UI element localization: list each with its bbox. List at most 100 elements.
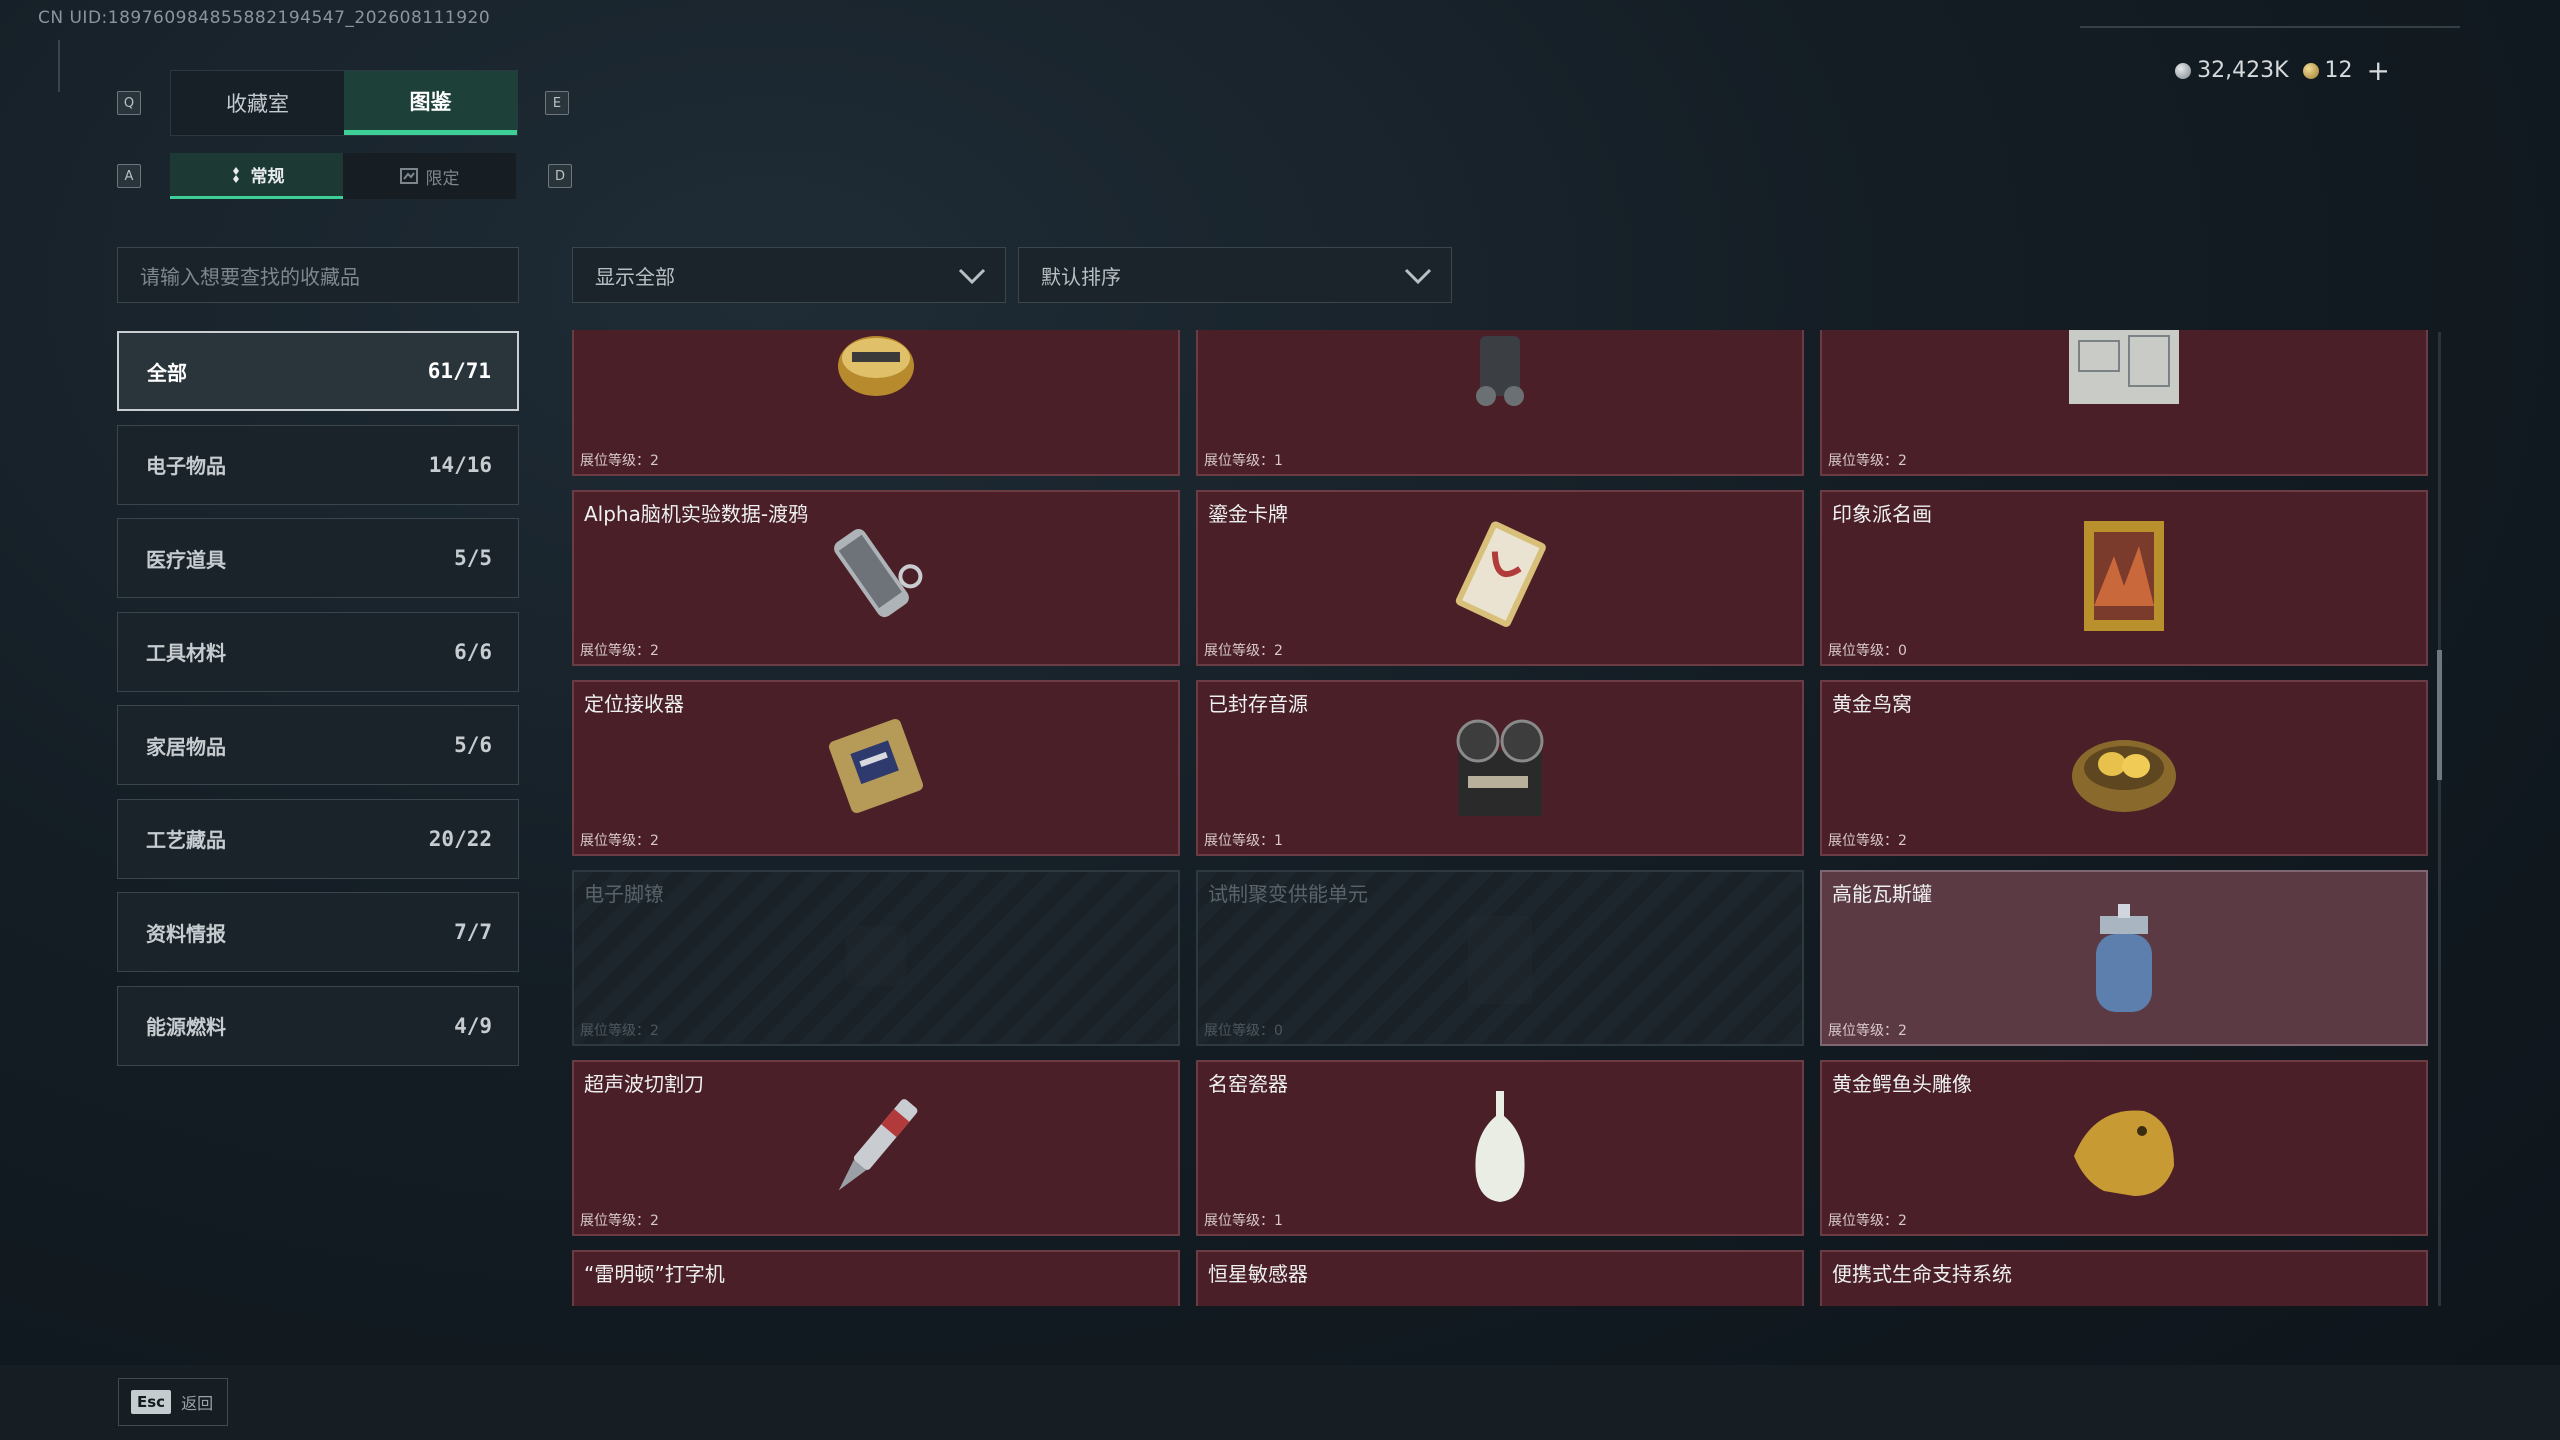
chevron-down-icon	[958, 268, 986, 285]
item-display-level: 展位等级：1	[1204, 833, 1283, 849]
category-label: 资料情报	[146, 921, 226, 946]
regular-icon	[232, 166, 239, 183]
gold-coin-icon	[2302, 63, 2319, 79]
sort-dropdown-value: 默认排序	[1041, 264, 1121, 289]
footer-bar	[0, 1365, 2560, 1440]
collection-item-card[interactable]: 展位等级：2	[1820, 330, 2428, 476]
tab-collection-room[interactable]: 收藏室	[171, 71, 344, 135]
item-display-level: 展位等级：2	[580, 833, 659, 849]
subtab-limited-label: 限定	[425, 168, 460, 189]
subtab-limited[interactable]: 限定	[343, 153, 516, 199]
add-currency-button[interactable]: +	[2367, 54, 2390, 87]
blueprint-icon	[2064, 330, 2184, 450]
category-label: 工具材料	[146, 641, 226, 665]
collection-item-card[interactable]: 恒星敏感器	[1196, 1250, 1804, 1306]
sort-dropdown[interactable]: 默认排序	[1018, 247, 1452, 303]
category-count: 14/16	[428, 452, 492, 477]
item-name: “雷明顿”打字机	[584, 1262, 725, 1286]
life-support-icon	[2064, 1276, 2184, 1306]
collection-item-card[interactable]: 高能瓦斯罐 展位等级：2	[1820, 870, 2428, 1046]
ultrasonic-cutter-icon	[816, 1086, 936, 1210]
chevron-down-icon	[1404, 268, 1432, 285]
search-input[interactable]: 请输入想要查找的收藏品	[117, 247, 519, 303]
gold-crocodile-icon	[2064, 1086, 2184, 1210]
collection-item-card[interactable]: 超声波切割刀 展位等级：2	[572, 1060, 1180, 1236]
grid-scrollbar-thumb[interactable]	[2437, 650, 2442, 780]
category-item[interactable]: 电子物品 14/16	[117, 424, 519, 505]
flash-drive-icon	[816, 516, 936, 640]
collection-item-card[interactable]: Alpha脑机实验数据-渡鸦展位等级：2	[572, 490, 1180, 666]
category-label: 能源燃料	[146, 1015, 226, 1039]
subtab-regular[interactable]: 常规	[170, 153, 343, 199]
limited-icon	[399, 168, 418, 184]
back-button[interactable]: Esc 返回	[118, 1378, 228, 1426]
category-count: 5/5	[454, 546, 492, 570]
collection-item-card[interactable]: 鎏金卡牌展位等级：2	[1196, 490, 1804, 666]
caviar-tin-icon	[816, 330, 936, 450]
collection-item-card[interactable]: “雷明顿”打字机	[572, 1250, 1180, 1306]
item-name: 试制聚变供能单元	[1208, 882, 1368, 906]
item-display-level: 展位等级：2	[580, 643, 659, 659]
silver-currency: 32,423K	[2175, 58, 2289, 83]
item-name: 已封存音源	[1208, 692, 1308, 716]
tab-codex[interactable]: 图鉴	[344, 71, 517, 135]
collection-item-card[interactable]: 黄金鸟窝 展位等级：2	[1820, 680, 2428, 856]
ankle-monitor-icon	[816, 896, 936, 1020]
prev-subtab-key-hint: A	[117, 164, 141, 188]
collection-item-card[interactable]: 定位接收器 展位等级：2	[572, 680, 1180, 856]
item-display-level: 展位等级：2	[1204, 643, 1283, 659]
gold-currency: 12	[2302, 58, 2353, 83]
item-display-level: 展位等级：2	[580, 453, 659, 469]
category-item[interactable]: 资料情报 7/7	[117, 892, 519, 972]
item-display-level: 展位等级：1	[1204, 453, 1283, 469]
grid-scrollbar-track[interactable]	[2438, 332, 2441, 1306]
item-name: 黄金鸟窝	[1832, 692, 1912, 716]
collection-item-card[interactable]: 展位等级：2	[572, 330, 1180, 476]
gold-amount: 12	[2324, 58, 2353, 83]
currency-bar: 32,423K 12 +	[2175, 54, 2390, 87]
category-count: 6/6	[454, 639, 492, 664]
collection-item-card[interactable]: 已封存音源展位等级：1	[1196, 680, 1804, 856]
category-item[interactable]: 能源燃料 4/9	[117, 985, 519, 1066]
item-name: 名窑瓷器	[1208, 1072, 1288, 1096]
collection-item-card[interactable]: 便携式生命支持系统	[1820, 1250, 2428, 1306]
item-display-level: 展位等级：2	[580, 1023, 659, 1039]
subtab-regular-label: 常规	[250, 167, 285, 187]
collection-item-card[interactable]: 黄金鳄鱼头雕像 展位等级：2	[1820, 1060, 2428, 1236]
category-item[interactable]: 医疗道具 5/5	[117, 518, 519, 598]
fusion-unit-icon	[1440, 896, 1560, 1020]
sub-tab-bar: 常规 限定	[170, 153, 516, 199]
top-right-decoration	[2080, 26, 2460, 28]
collection-item-card[interactable]: 试制聚变供能单元 展位等级：0	[1196, 870, 1804, 1046]
item-name: 鎏金卡牌	[1208, 502, 1288, 526]
item-name: 便携式生命支持系统	[1832, 1262, 2012, 1286]
item-grid: 展位等级：2 展位等级：1 展位等级：2 Alpha脑机实验数据-渡鸦 展位等级：2 鎏金…	[572, 330, 2428, 1306]
category-item[interactable]: 工艺藏品 20/22	[117, 798, 519, 879]
item-name: 恒星敏感器	[1208, 1262, 1308, 1286]
category-label: 家居物品	[146, 734, 226, 759]
collection-item-card[interactable]: 电子脚镣展位等级：2	[572, 870, 1180, 1046]
receiver-icon	[816, 706, 936, 830]
device-icon	[1440, 330, 1560, 450]
collection-item-card[interactable]: 名窑瓷器 展位等级：1	[1196, 1060, 1804, 1236]
category-item[interactable]: 工具材料 6/6	[117, 611, 519, 692]
back-label: 返回	[181, 1394, 214, 1413]
item-display-level: 展位等级：0	[1828, 643, 1907, 659]
next-tab-key-hint: E	[545, 91, 569, 115]
category-item[interactable]: 家居物品 5/6	[117, 705, 519, 785]
collection-item-card[interactable]: 印象派名画 展位等级：0	[1820, 490, 2428, 666]
category-item[interactable]: 全部 61/71	[117, 331, 519, 411]
item-display-level: 展位等级：2	[1828, 1023, 1907, 1039]
porcelain-vase-icon	[1440, 1086, 1560, 1210]
typewriter-icon	[816, 1276, 936, 1306]
item-name: Alpha脑机实验数据-渡鸦	[584, 502, 809, 526]
item-name: 超声波切割刀	[584, 1072, 704, 1096]
filter-dropdown[interactable]: 显示全部	[572, 247, 1006, 303]
esc-key-hint: Esc	[131, 1390, 172, 1414]
item-name: 电子脚镣	[584, 882, 664, 906]
star-sensor-icon	[1440, 1276, 1560, 1306]
painting-icon	[2064, 516, 2184, 640]
category-label: 医疗道具	[146, 547, 226, 572]
reel-recorder-icon	[1440, 706, 1560, 830]
collection-item-card[interactable]: 展位等级：1	[1196, 330, 1804, 476]
